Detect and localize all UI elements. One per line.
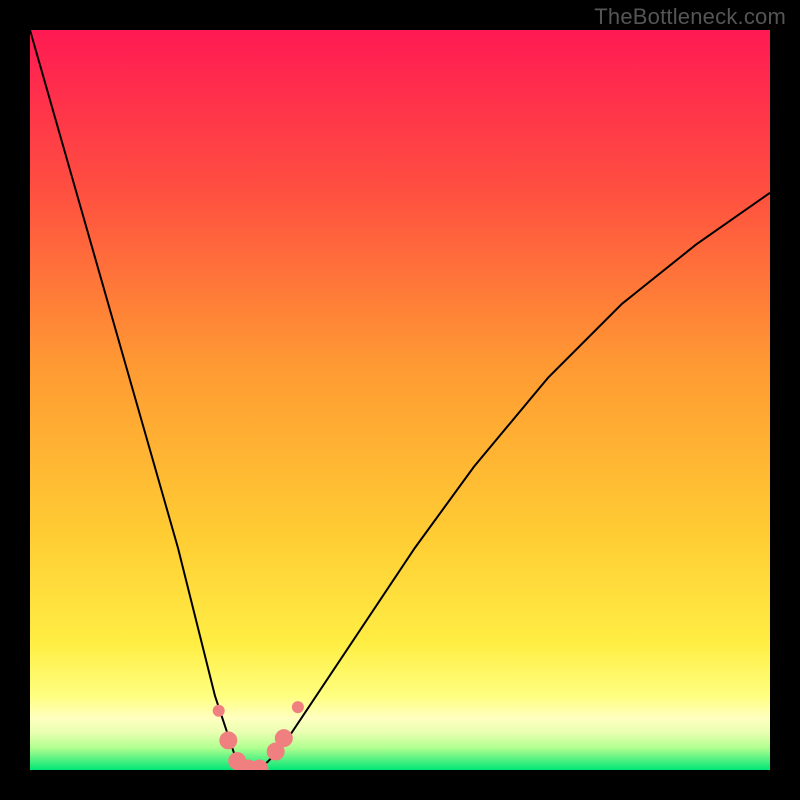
marker-dot bbox=[275, 729, 293, 747]
marker-dot bbox=[213, 705, 225, 717]
bottleneck-chart bbox=[30, 30, 770, 770]
gradient-bg bbox=[30, 30, 770, 770]
chart-frame: TheBottleneck.com bbox=[0, 0, 800, 800]
plot-area bbox=[30, 30, 770, 770]
watermark-text: TheBottleneck.com bbox=[594, 4, 786, 30]
marker-dot bbox=[292, 701, 304, 713]
marker-dot bbox=[219, 731, 237, 749]
